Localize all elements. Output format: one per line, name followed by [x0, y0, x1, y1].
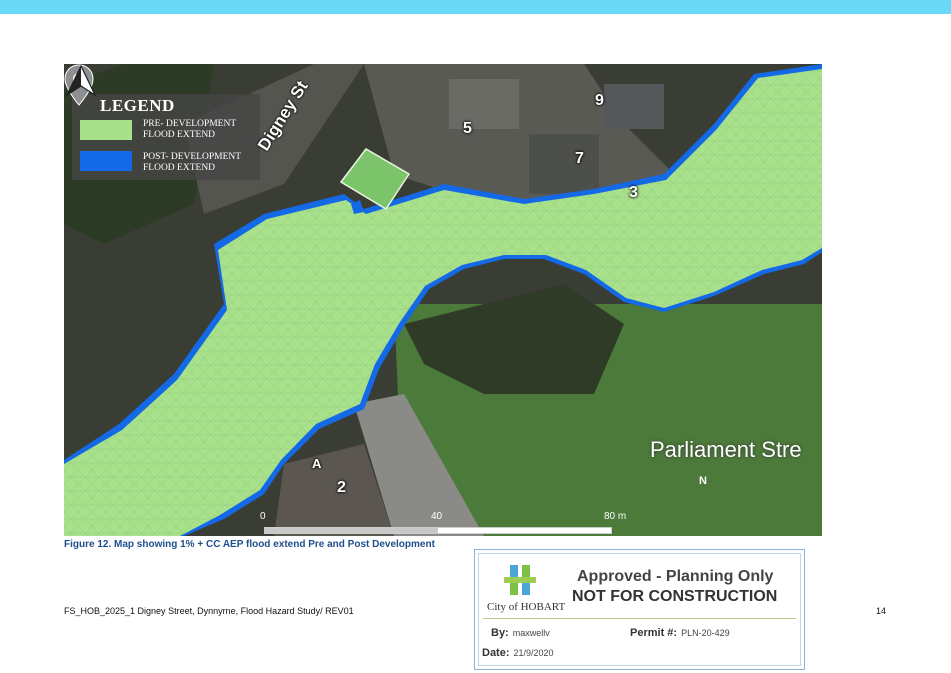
house-number: 9: [595, 92, 604, 109]
scale-label-mid: 40: [431, 511, 443, 522]
stamp-divider: [483, 618, 796, 619]
stamp-permit-value: PLN-20-429: [681, 628, 730, 638]
stamp-date-field: Date: 21/9/2020: [482, 647, 554, 659]
house-number: 2: [337, 479, 346, 496]
north-arrow-icon: [65, 64, 97, 97]
north-label: N: [699, 475, 707, 487]
house-number: 3: [629, 184, 638, 201]
stamp-not-for-construction-text: NOT FOR CONSTRUCTION: [572, 588, 778, 605]
document-reference: FS_HOB_2025_1 Digney Street, Dynnyrne, F…: [64, 606, 354, 616]
legend-title: LEGEND: [100, 96, 175, 115]
house-number: 5: [463, 120, 472, 137]
scale-label-end: 80 m: [604, 511, 627, 522]
figure-caption: Figure 12. Map showing 1% + CC AEP flood…: [64, 539, 435, 550]
place-label: Parliament Stre: [650, 437, 802, 462]
stamp-permit-field: Permit #: PLN-20-429: [630, 627, 730, 639]
legend-label-post: POST- DEVELOPMENT FLOOD EXTEND: [143, 152, 241, 173]
legend-swatch-post: [80, 151, 132, 171]
header-accent-bar: [0, 0, 951, 14]
stamp-date-value: 21/9/2020: [513, 648, 554, 658]
stamp-date-label: Date:: [482, 647, 510, 659]
stamp-logo-text: City of HOBART: [487, 601, 566, 613]
approval-stamp: City of HOBART Approved - Planning Only …: [474, 549, 805, 670]
map-legend: LEGEND PRE- DEVELOPMENT FLOOD EXTEND POS…: [72, 94, 260, 180]
page-number: 14: [876, 606, 887, 616]
stamp-by-value: maxwellv: [512, 628, 550, 638]
scale-bar: [264, 527, 612, 534]
legend-label-pre: PRE- DEVELOPMENT FLOOD EXTEND: [143, 119, 236, 140]
stamp-by-field: By: maxwellv: [491, 627, 550, 639]
city-of-hobart-logo-icon: [504, 565, 536, 595]
house-number: 7: [575, 150, 584, 167]
stamp-approved-text: Approved - Planning Only: [577, 568, 774, 585]
stamp-permit-label: Permit #:: [630, 627, 678, 639]
legend-swatch-pre: [80, 120, 132, 140]
house-number: A: [312, 456, 322, 471]
stamp-by-label: By:: [491, 627, 509, 639]
flood-map[interactable]: LEGEND PRE- DEVELOPMENT FLOOD EXTEND POS…: [64, 64, 822, 536]
scale-label-start: 0: [260, 511, 266, 522]
